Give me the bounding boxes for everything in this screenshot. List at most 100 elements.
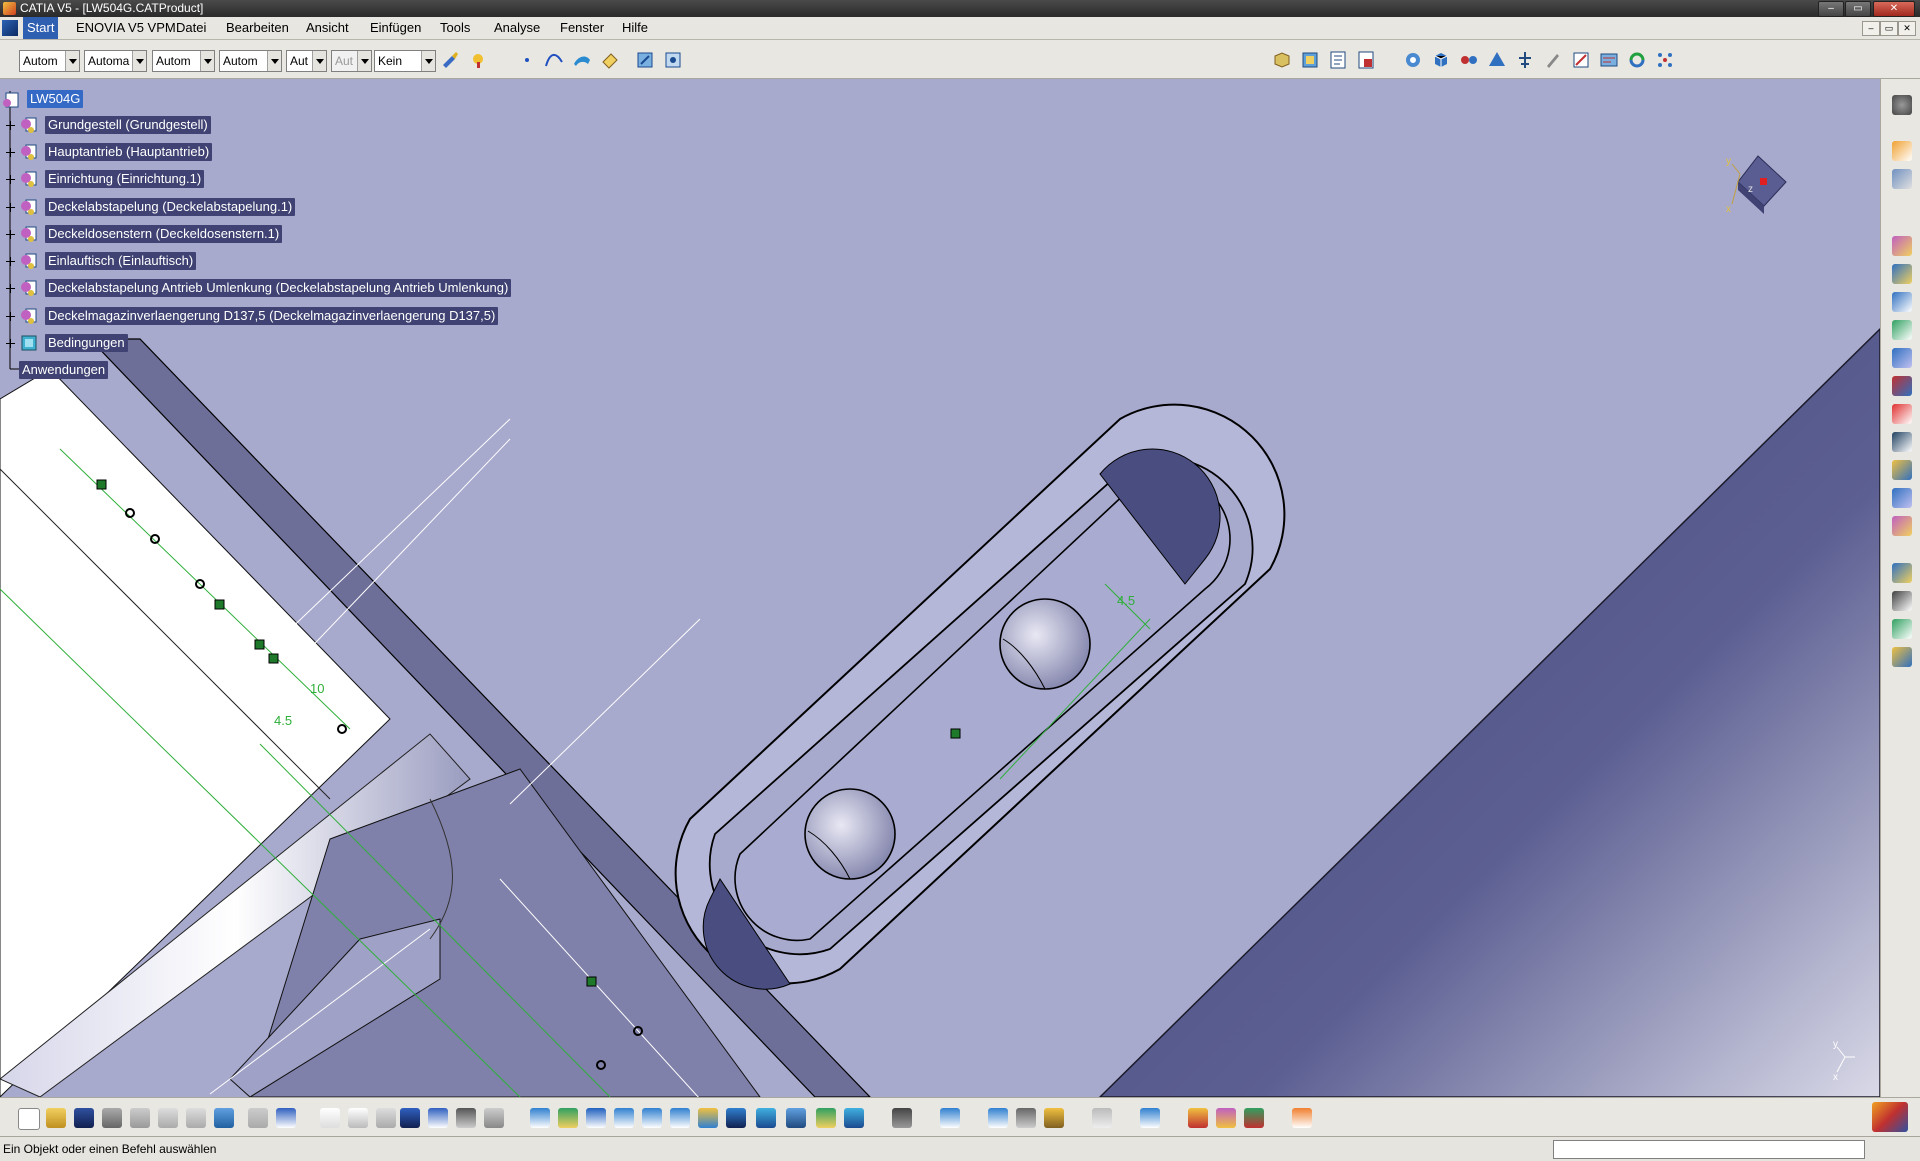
- inertia-icon[interactable]: [940, 1108, 960, 1128]
- rotate-icon[interactable]: [586, 1108, 606, 1128]
- paint-bucket-icon[interactable]: [468, 50, 488, 70]
- material-library-icon[interactable]: [1216, 1108, 1236, 1128]
- menu-start[interactable]: Start: [23, 17, 59, 39]
- dimension-label[interactable]: 10: [310, 681, 324, 696]
- formula-icon[interactable]: [320, 1108, 340, 1128]
- paste-icon[interactable]: [186, 1108, 206, 1128]
- annotation-icon[interactable]: [1599, 50, 1619, 70]
- offset-icon[interactable]: [1892, 292, 1912, 312]
- component-node-icon[interactable]: [20, 198, 38, 216]
- component-node-icon[interactable]: [20, 252, 38, 270]
- swap-icon[interactable]: [816, 1108, 836, 1128]
- shading-icon[interactable]: [756, 1108, 776, 1128]
- transparency-combo[interactable]: Automa: [84, 50, 147, 72]
- explode-icon[interactable]: [1487, 50, 1507, 70]
- compass-widget[interactable]: y z x: [1720, 144, 1800, 234]
- pan-icon[interactable]: [558, 1108, 578, 1128]
- update-icon[interactable]: [1627, 50, 1647, 70]
- change-constraint-icon[interactable]: [1892, 460, 1912, 480]
- cut-icon[interactable]: [130, 1108, 150, 1128]
- assembly-icon[interactable]: [1403, 50, 1423, 70]
- layer-combo[interactable]: Kein: [374, 50, 436, 72]
- line-thickness-combo[interactable]: Autom: [152, 50, 215, 72]
- product-icon[interactable]: [1272, 50, 1292, 70]
- clash-icon[interactable]: [1543, 50, 1563, 70]
- open-icon[interactable]: [46, 1108, 66, 1128]
- iso-view-icon[interactable]: [726, 1108, 746, 1128]
- mdi-close-button[interactable]: ✕: [1898, 21, 1916, 36]
- fix-together-icon[interactable]: [1892, 376, 1912, 396]
- surface-icon[interactable]: [572, 50, 592, 70]
- view-icon[interactable]: [663, 50, 683, 70]
- stop-icon[interactable]: [1515, 50, 1535, 70]
- component-node-icon[interactable]: [20, 225, 38, 243]
- table-icon[interactable]: [400, 1108, 420, 1128]
- close-button[interactable]: ✕: [1873, 1, 1915, 17]
- tree-node-einlauftisch[interactable]: Einlauftisch (Einlauftisch): [45, 252, 197, 270]
- catalog-icon[interactable]: [1655, 50, 1675, 70]
- chevron-down-icon[interactable]: [267, 51, 281, 71]
- clash-detection-icon[interactable]: [1892, 647, 1912, 667]
- magnet-icon[interactable]: [988, 1108, 1008, 1128]
- component-icon[interactable]: [1300, 50, 1320, 70]
- expand-icon[interactable]: [6, 257, 15, 266]
- sectioning-icon[interactable]: [1892, 591, 1912, 611]
- compass-icon[interactable]: [456, 1108, 476, 1128]
- snap-move-icon[interactable]: [1459, 50, 1479, 70]
- line-type-combo[interactable]: Autom: [219, 50, 282, 72]
- zoom-in-icon[interactable]: [614, 1108, 634, 1128]
- new-icon[interactable]: [18, 1108, 40, 1130]
- maximize-button[interactable]: ▭: [1845, 1, 1871, 17]
- expand-icon[interactable]: [6, 148, 15, 157]
- help-icon[interactable]: [276, 1108, 296, 1128]
- point-type-combo[interactable]: Aut: [286, 50, 327, 72]
- chevron-down-icon[interactable]: [200, 51, 214, 71]
- menu-fenster[interactable]: Fenster: [556, 17, 608, 39]
- color-combo[interactable]: Autom: [19, 50, 80, 72]
- chevron-down-icon[interactable]: [421, 51, 435, 71]
- normal-view-icon[interactable]: [670, 1108, 690, 1128]
- 3d-viewport[interactable]: 4.5 10 4.5 LW504G Grundgestell (Grundges…: [0, 79, 1880, 1097]
- menu-enovia[interactable]: ENOVIA V5 VPM: [72, 17, 180, 39]
- manipulate-icon[interactable]: [1431, 50, 1451, 70]
- component-node-icon[interactable]: [20, 116, 38, 134]
- material-icon[interactable]: [1140, 1108, 1160, 1128]
- tree-node-grundgestell[interactable]: Grundgestell (Grundgestell): [45, 116, 211, 134]
- expand-icon[interactable]: [6, 312, 15, 321]
- chevron-down-icon[interactable]: [312, 51, 326, 71]
- fly-icon[interactable]: [484, 1108, 504, 1128]
- mdi-restore-button[interactable]: ▭: [1880, 21, 1898, 36]
- assembly-constraints-icon[interactable]: [1892, 236, 1912, 256]
- tree-node-deckeldosenstern[interactable]: Deckeldosenstern (Deckeldosenstern.1): [45, 225, 283, 243]
- expand-icon[interactable]: [6, 284, 15, 293]
- product-root-icon[interactable]: [2, 91, 20, 109]
- grid-icon[interactable]: [1292, 1108, 1312, 1128]
- eraser-icon[interactable]: [600, 50, 620, 70]
- print-icon[interactable]: [102, 1108, 122, 1128]
- knowledge-icon[interactable]: [376, 1108, 396, 1128]
- tree-node-hauptantrieb[interactable]: Hauptantrieb (Hauptantrieb): [45, 143, 213, 161]
- sketch-icon[interactable]: [1892, 169, 1912, 189]
- expand-icon[interactable]: [6, 203, 15, 212]
- component-node-icon[interactable]: [20, 143, 38, 161]
- menu-tools[interactable]: Tools: [436, 17, 474, 39]
- chevron-down-icon[interactable]: [65, 51, 79, 71]
- gear-icon[interactable]: [1892, 95, 1912, 115]
- tree-icon[interactable]: [428, 1108, 448, 1128]
- texture-icon[interactable]: [1244, 1108, 1264, 1128]
- menu-ansicht[interactable]: Ansicht: [302, 17, 353, 39]
- expand-icon[interactable]: [6, 339, 15, 348]
- quick-constraint-icon[interactable]: [1892, 404, 1912, 424]
- comment-icon[interactable]: [348, 1108, 368, 1128]
- zoom-out-icon[interactable]: [642, 1108, 662, 1128]
- menu-hilfe[interactable]: Hilfe: [618, 17, 652, 39]
- plane-icon[interactable]: [1044, 1108, 1064, 1128]
- multi-view-icon[interactable]: [698, 1108, 718, 1128]
- capture-icon[interactable]: [844, 1108, 864, 1128]
- angle-icon[interactable]: [1892, 320, 1912, 340]
- mdi-minimize-button[interactable]: –: [1862, 21, 1880, 36]
- bill-of-material-icon[interactable]: [1892, 516, 1912, 536]
- spline-icon[interactable]: [544, 50, 564, 70]
- select-arrow-icon[interactable]: [1892, 141, 1912, 161]
- component-node-icon[interactable]: [20, 307, 38, 325]
